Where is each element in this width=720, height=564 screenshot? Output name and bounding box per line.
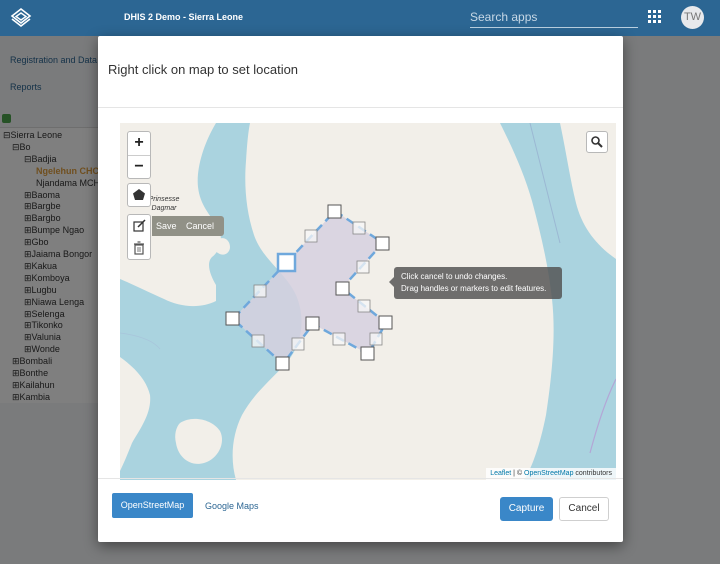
zoom-in-button[interactable]: +	[128, 132, 150, 155]
edit-tooltip: Click cancel to undo changes. Drag handl…	[389, 267, 562, 299]
search-apps-input[interactable]: Search apps	[470, 8, 638, 28]
zoom-control: + −	[127, 131, 151, 179]
search-icon	[591, 136, 603, 148]
polygon-handles[interactable]	[120, 123, 616, 480]
apps-grid-icon[interactable]	[648, 10, 662, 24]
attribution-suffix: contributors	[573, 470, 612, 477]
user-avatar[interactable]: TW	[681, 6, 704, 29]
openstreetmap-button[interactable]: OpenStreetMap	[112, 493, 193, 518]
location-dialog: Right click on map to set location Prins…	[98, 36, 623, 542]
capture-button[interactable]: Capture	[500, 497, 553, 521]
edit-cancel-button[interactable]: Cancel	[186, 216, 214, 236]
map-view[interactable]: Prinsesse Dagmar + − Save Cancel Click c…	[120, 123, 616, 480]
edit-save-button[interactable]: Save	[156, 216, 177, 236]
google-maps-link[interactable]: Google Maps	[205, 501, 259, 511]
place-label: Prinsesse Dagmar	[148, 196, 180, 212]
attribution-separator: | ©	[511, 470, 525, 477]
cancel-button[interactable]: Cancel	[559, 497, 609, 521]
osm-link[interactable]: OpenStreetMap	[524, 470, 573, 477]
dialog-title: Right click on map to set location	[108, 62, 299, 77]
tooltip-line-2: Drag handles or markers to edit features…	[401, 284, 547, 293]
tooltip-line-1: Click cancel to undo changes.	[401, 272, 508, 281]
edit-actions-bar: Save Cancel	[152, 216, 224, 236]
top-bar: DHIS 2 Demo - Sierra Leone Search apps T…	[0, 0, 720, 36]
pentagon-icon	[133, 189, 145, 200]
app-title: DHIS 2 Demo - Sierra Leone	[124, 12, 244, 22]
trash-icon[interactable]	[128, 237, 150, 259]
dhis2-logo-icon[interactable]	[10, 7, 32, 29]
edit-toolbar	[127, 214, 151, 260]
map-search-button[interactable]	[586, 131, 608, 153]
leaflet-link[interactable]: Leaflet	[490, 470, 511, 477]
zoom-out-button[interactable]: −	[128, 156, 150, 179]
edit-icon[interactable]	[128, 215, 150, 237]
footer-divider	[98, 478, 623, 479]
draw-polygon-button[interactable]	[127, 183, 151, 207]
dialog-divider	[98, 107, 623, 108]
